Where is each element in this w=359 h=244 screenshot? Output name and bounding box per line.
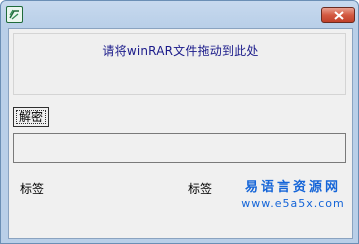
drop-zone[interactable]: 请将winRAR文件拖动到此处 [13, 33, 346, 95]
watermark: 易语言资源网 www.e5a5x.com [234, 180, 352, 212]
watermark-title: 易语言资源网 [244, 180, 341, 195]
label-left: 标签 [20, 182, 45, 196]
close-icon [334, 11, 344, 20]
decrypt-button[interactable]: 解密 [13, 107, 49, 127]
app-icon[interactable] [6, 6, 23, 23]
output-field[interactable] [13, 133, 346, 163]
watermark-url: www.e5a5x.com [241, 197, 345, 210]
drop-hint-text: 请将winRAR文件拖动到此处 [102, 44, 259, 58]
title-bar[interactable] [1, 1, 358, 28]
app-window: 请将winRAR文件拖动到此处 解密 标签 标签 易语言资源网 www.e5a5… [0, 0, 359, 244]
close-button[interactable] [321, 7, 355, 23]
label-right: 标签 [188, 182, 213, 196]
